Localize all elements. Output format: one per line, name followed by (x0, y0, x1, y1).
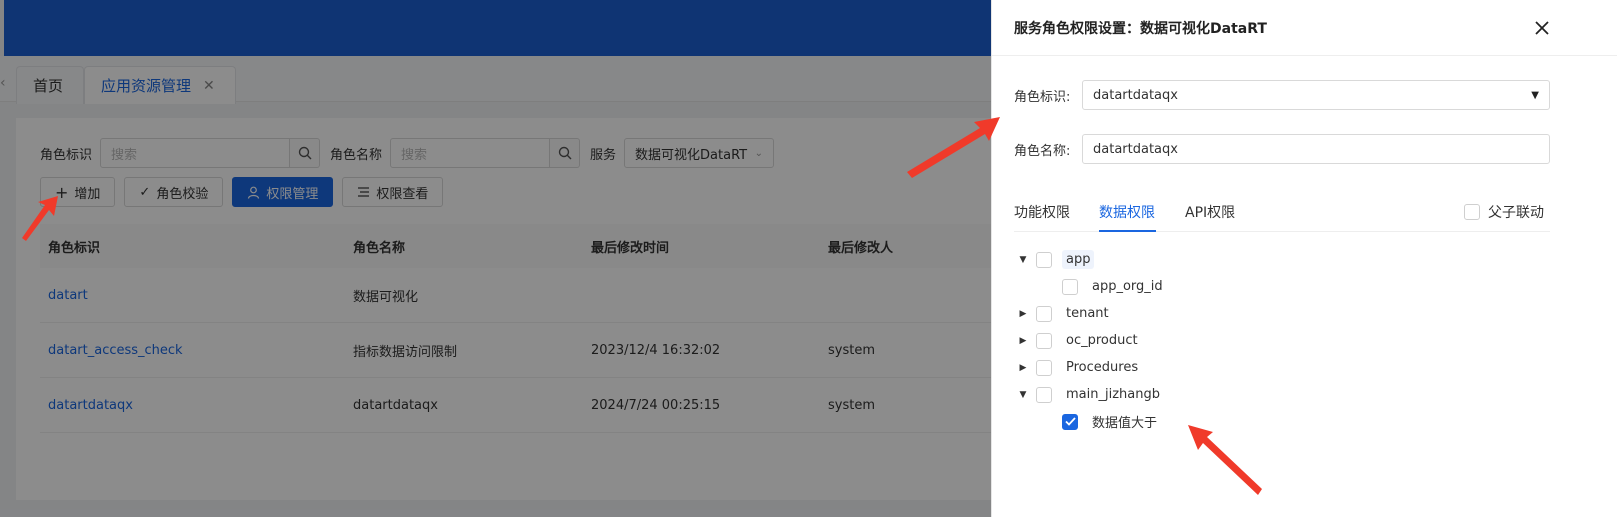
drawer-header: 服务角色权限设置：数据可视化DataRT (992, 0, 1617, 56)
drawer-title: 服务角色权限设置：数据可视化DataRT (1014, 20, 1267, 37)
caret-down-icon[interactable]: ▼ (1014, 390, 1032, 400)
tree-node-data-value-greater[interactable]: ▼ 数据值大于 (1014, 408, 1167, 435)
caret-right-icon[interactable]: ▶ (1014, 363, 1032, 373)
drawer-close-button[interactable] (1530, 16, 1554, 40)
tree-node-app[interactable]: ▼ app (1014, 246, 1167, 273)
role-id-form-label: 角色标识: (1014, 89, 1071, 105)
close-icon (1535, 21, 1549, 35)
parent-child-linkage[interactable]: 父子联动 (1464, 202, 1544, 222)
tab-function-permission[interactable]: 功能权限 (1014, 202, 1070, 222)
caret-right-icon[interactable]: ▶ (1014, 336, 1032, 346)
caret-right-icon[interactable]: ▶ (1014, 309, 1032, 319)
role-id-select[interactable]: datartdataqx ▼ (1082, 80, 1550, 110)
tree-node-label[interactable]: app (1062, 250, 1095, 269)
permission-tabs: 功能权限 数据权限 API权限 父子联动 (1014, 190, 1550, 232)
tree-checkbox-checked[interactable] (1062, 413, 1078, 430)
role-id-form-row: 角色标识: datartdataqx ▼ (1014, 80, 1550, 110)
linkage-checkbox[interactable] (1464, 204, 1480, 220)
role-name-form-row: 角色名称: datartdataqx (1014, 134, 1550, 164)
tree-checkbox[interactable] (1036, 305, 1052, 322)
tree-node-label[interactable]: tenant (1062, 304, 1113, 323)
tab-data-permission[interactable]: 数据权限 (1099, 202, 1155, 222)
linkage-label: 父子联动 (1488, 205, 1544, 221)
caret-down-icon[interactable]: ▼ (1014, 255, 1032, 265)
checkmark-icon (1064, 417, 1076, 426)
tree-checkbox[interactable] (1036, 332, 1052, 349)
role-name-input-value: datartdataqx (1093, 141, 1178, 157)
role-id-select-value: datartdataqx (1093, 87, 1178, 103)
tree-node-procedures[interactable]: ▶ Procedures (1014, 354, 1167, 381)
tree-node-label[interactable]: Procedures (1062, 358, 1142, 377)
tree-checkbox[interactable] (1036, 386, 1052, 403)
tree-node-label[interactable]: main_jizhangb (1062, 385, 1164, 404)
tree-node-oc-product[interactable]: ▶ oc_product (1014, 327, 1167, 354)
tree-node-main-jizhangb[interactable]: ▼ main_jizhangb (1014, 381, 1167, 408)
tree-node-app-org-id[interactable]: ▼ app_org_id (1014, 273, 1167, 300)
tree-node-label[interactable]: oc_product (1062, 331, 1142, 350)
tab-api-permission[interactable]: API权限 (1185, 202, 1235, 222)
active-tab-indicator (1099, 230, 1156, 232)
tree-checkbox[interactable] (1036, 251, 1052, 268)
data-permission-tree: ▼ app ▼ app_org_id ▶ tenant ▶ oc_product… (1014, 246, 1167, 435)
tree-checkbox[interactable] (1062, 278, 1078, 295)
role-name-form-label: 角色名称: (1014, 143, 1071, 159)
tree-node-tenant[interactable]: ▶ tenant (1014, 300, 1167, 327)
tree-node-label[interactable]: app_org_id (1088, 277, 1167, 296)
modal-mask[interactable] (0, 0, 991, 517)
caret-down-icon: ▼ (1531, 89, 1539, 101)
role-name-input[interactable]: datartdataqx (1082, 134, 1550, 164)
permission-drawer: 服务角色权限设置：数据可视化DataRT 角色标识: datartdataqx … (991, 0, 1617, 517)
tree-checkbox[interactable] (1036, 359, 1052, 376)
tree-node-label[interactable]: 数据值大于 (1088, 410, 1161, 433)
